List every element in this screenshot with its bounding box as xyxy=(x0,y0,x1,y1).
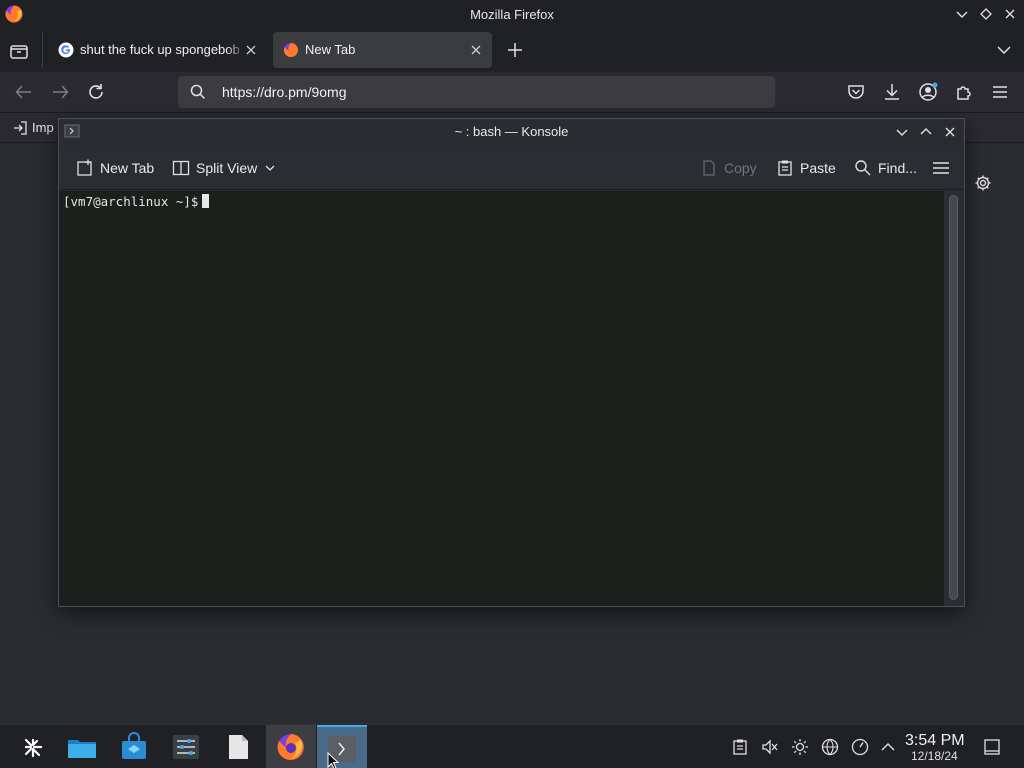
terminal-prompt: [vm7@archlinux ~]$ xyxy=(63,194,199,209)
taskbar: 3:54 PM 12/18/24 xyxy=(0,724,1024,768)
new-tab-button[interactable]: New Tab xyxy=(76,158,158,178)
paste-icon xyxy=(778,160,792,176)
system-settings-icon[interactable] xyxy=(170,731,202,763)
chevron-down-icon[interactable] xyxy=(264,162,276,174)
terminal-scrollbar[interactable] xyxy=(944,191,964,606)
hamburger-menu-icon[interactable] xyxy=(989,81,1011,103)
list-all-tabs-icon[interactable] xyxy=(8,40,30,62)
tab-label: New Tab xyxy=(305,42,356,57)
terminal-area[interactable]: [vm7@archlinux ~]$ xyxy=(59,191,944,606)
tab-bar: shut the fuck up spongebob New Tab xyxy=(0,28,1024,72)
pocket-icon[interactable] xyxy=(845,81,867,103)
text-file-icon[interactable] xyxy=(222,731,254,763)
split-view-button[interactable]: Split View xyxy=(172,158,278,178)
hamburger-menu-icon[interactable] xyxy=(932,159,950,177)
terminal-cursor xyxy=(202,194,210,208)
find-button[interactable]: Find... xyxy=(854,158,918,178)
window-title: Mozilla Firefox xyxy=(470,7,554,22)
close-icon[interactable] xyxy=(1002,6,1018,22)
clock-time[interactable]: 3:54 PM xyxy=(905,732,965,750)
taskbar-firefox[interactable] xyxy=(266,725,316,768)
file-manager-icon[interactable] xyxy=(66,731,98,763)
tab-new-tab[interactable]: New Tab xyxy=(273,32,492,68)
forward-arrow-icon[interactable] xyxy=(49,81,71,103)
brightness-icon[interactable] xyxy=(791,738,809,756)
tab-label: shut the fuck up spongebob xyxy=(80,42,240,57)
split-view-icon xyxy=(172,160,190,176)
url-text[interactable]: https://dro.pm/9omg xyxy=(222,84,347,100)
maximize-diamond-icon[interactable] xyxy=(978,6,994,22)
account-icon[interactable] xyxy=(917,81,939,103)
konsole-titlebar: ~ : bash — Konsole xyxy=(59,119,964,145)
new-tab-plus-icon[interactable] xyxy=(505,40,525,60)
downloads-icon[interactable] xyxy=(881,81,903,103)
firefox-icon xyxy=(277,734,304,760)
reload-icon[interactable] xyxy=(85,81,107,103)
firefox-titlebar: Mozilla Firefox xyxy=(0,0,1024,28)
navigation-toolbar: https://dro.pm/9omg xyxy=(0,72,1024,113)
volume-muted-icon[interactable] xyxy=(761,738,779,756)
show-desktop-icon[interactable] xyxy=(983,738,1001,756)
minimize-chevron-icon[interactable] xyxy=(894,124,910,140)
url-bar[interactable]: https://dro.pm/9omg xyxy=(178,76,775,108)
copy-button[interactable]: Copy xyxy=(700,158,760,178)
close-tab-icon[interactable] xyxy=(244,43,258,57)
minimize-chevron-icon[interactable] xyxy=(954,6,970,22)
clock-date[interactable]: 12/18/24 xyxy=(911,749,958,763)
new-tab-icon xyxy=(77,159,92,176)
konsole-window-title: ~ : bash — Konsole xyxy=(454,124,569,139)
network-icon[interactable] xyxy=(821,738,839,756)
close-tab-icon[interactable] xyxy=(469,43,483,57)
firefox-icon xyxy=(283,43,298,57)
chevron-up-icon[interactable] xyxy=(879,738,897,756)
search-icon xyxy=(855,160,871,176)
paste-button[interactable]: Paste xyxy=(776,158,838,178)
mouse-pointer-icon xyxy=(327,752,340,768)
konsole-toolbar: New Tab Split View Copy Paste Find... xyxy=(59,145,964,190)
scrollbar-thumb[interactable] xyxy=(949,195,958,600)
tab-spongebob[interactable]: shut the fuck up spongebob xyxy=(48,32,266,68)
close-icon[interactable] xyxy=(942,124,958,140)
terminal-prompt-line: [vm7@archlinux ~]$ xyxy=(63,194,210,209)
clipboard-icon[interactable] xyxy=(731,738,749,756)
search-icon xyxy=(190,84,206,100)
konsole-window: ~ : bash — Konsole New Tab Split View Co… xyxy=(58,118,965,607)
discover-store-icon[interactable] xyxy=(118,731,150,763)
app-launcher-icon[interactable] xyxy=(17,731,49,763)
bookmark-import-label[interactable]: Imp xyxy=(32,120,54,135)
chevron-down-icon[interactable] xyxy=(994,41,1014,59)
extensions-puzzle-icon[interactable] xyxy=(953,81,975,103)
tab-separator xyxy=(42,32,43,68)
copy-icon xyxy=(703,160,715,176)
google-g-icon xyxy=(58,42,74,58)
gear-icon[interactable] xyxy=(974,174,992,192)
power-profile-icon[interactable] xyxy=(851,738,869,756)
back-arrow-icon[interactable] xyxy=(13,81,35,103)
maximize-chevron-icon[interactable] xyxy=(918,124,934,140)
import-icon[interactable] xyxy=(12,120,28,136)
